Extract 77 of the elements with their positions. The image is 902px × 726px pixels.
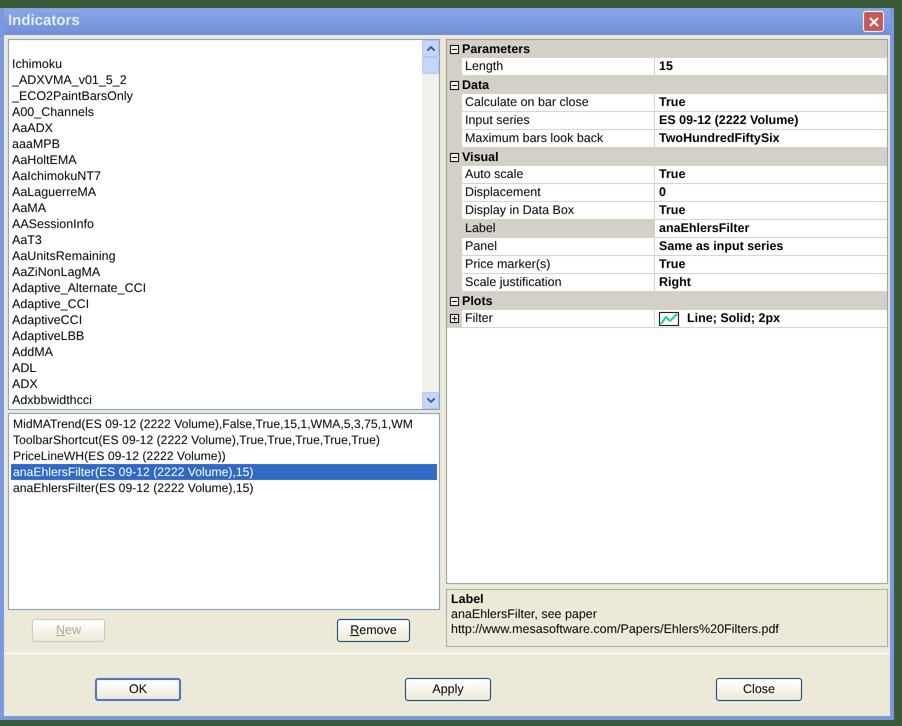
list-item[interactable]: ADL: [12, 360, 422, 376]
property-value[interactable]: TwoHundredFiftySix: [659, 130, 780, 147]
property-label[interactable]: Price marker(s): [462, 256, 655, 273]
window-title: Indicators: [8, 11, 80, 32]
property-value[interactable]: True: [659, 256, 686, 273]
scroll-down-button[interactable]: [422, 392, 439, 409]
list-item[interactable]: AaADX: [12, 120, 422, 136]
list-item[interactable]: ToolbarShortcut(ES 09-12 (2222 Volume),True,True,True,True,True): [11, 432, 437, 448]
list-item[interactable]: AaIchimokuNT7: [12, 168, 422, 184]
expand-icon[interactable]: [450, 314, 459, 323]
property-label[interactable]: Label: [462, 220, 655, 237]
close-button[interactable]: [863, 11, 884, 32]
property-value[interactable]: True: [659, 94, 686, 111]
list-item[interactable]: AaLaguerreMA: [12, 184, 422, 200]
list-item[interactable]: anaEhlersFilter(ES 09-12 (2222 Volume),15): [11, 480, 437, 496]
category-name: Visual: [462, 148, 499, 166]
list-item[interactable]: AASessionInfo: [12, 216, 422, 232]
scroll-up-button[interactable]: [422, 40, 439, 57]
property-value[interactable]: Line; Solid; 2px: [687, 310, 780, 327]
caret-down-icon: [426, 398, 434, 403]
property-value[interactable]: Same as input series: [659, 238, 784, 255]
property-label[interactable]: Length: [462, 58, 655, 75]
ok-button[interactable]: OK: [95, 678, 181, 701]
list-item[interactable]: anaEhlersFilter(ES 09-12 (2222 Volume),15): [11, 464, 437, 480]
scrollbar[interactable]: [422, 40, 439, 409]
collapse-icon[interactable]: [450, 80, 459, 90]
list-item[interactable]: AdaptiveLBB: [12, 328, 422, 344]
property-value[interactable]: ES 09-12 (2222 Volume): [659, 112, 798, 129]
property-value[interactable]: True: [659, 202, 686, 219]
list-item[interactable]: AaZiNonLagMA: [12, 264, 422, 280]
caret-up-icon: [426, 46, 434, 51]
property-label[interactable]: Display in Data Box: [462, 202, 655, 219]
property-label[interactable]: Calculate on bar close: [462, 94, 655, 111]
list-item[interactable]: _ADXVMA_v01_5_2: [12, 72, 422, 88]
list-item[interactable]: A00_Channels: [12, 104, 422, 120]
list-item[interactable]: Ichimoku: [12, 56, 422, 72]
list-item[interactable]: AaMA: [12, 200, 422, 216]
list-item[interactable]: AaHoltEMA: [12, 152, 422, 168]
property-label[interactable]: Auto scale: [462, 166, 655, 183]
property-label[interactable]: Scale justification: [462, 274, 655, 291]
scroll-thumb[interactable]: [422, 57, 439, 74]
property-value[interactable]: Right: [659, 274, 691, 291]
property-label[interactable]: Panel: [462, 238, 655, 255]
remove-button[interactable]: Remove: [337, 619, 410, 642]
category-name: Plots: [462, 292, 493, 310]
list-item[interactable]: AdaptiveCCI: [12, 312, 422, 328]
property-value[interactable]: anaEhlersFilter: [659, 220, 750, 237]
description-text: http://www.mesasoftware.com/Papers/Ehlers%20Filters.pdf: [451, 622, 780, 638]
property-value[interactable]: True: [659, 166, 686, 183]
category-name: Parameters: [462, 40, 530, 58]
list-item[interactable]: AddMA: [12, 344, 422, 360]
list-item[interactable]: MidMATrend(ES 09-12 (2222 Volume),False,True,15,1,WMA,5,3,75,1,WM: [11, 416, 437, 432]
property-label[interactable]: Displacement: [462, 184, 655, 201]
property-label[interactable]: Input series: [462, 112, 655, 129]
collapse-icon[interactable]: [450, 296, 459, 306]
property-label[interactable]: Filter: [462, 310, 655, 327]
list-item[interactable]: AaUnitsRemaining: [12, 248, 422, 264]
property-value[interactable]: 0: [659, 184, 666, 201]
property-label[interactable]: Maximum bars look back: [462, 130, 655, 147]
list-item[interactable]: _ECO2PaintBarsOnly: [12, 88, 422, 104]
list-item[interactable]: aaaMPB: [12, 136, 422, 152]
collapse-icon[interactable]: [450, 152, 459, 162]
category-name: Data: [462, 76, 490, 94]
collapse-icon[interactable]: [450, 44, 459, 54]
property-value[interactable]: 15: [659, 58, 673, 75]
list-item[interactable]: AaT3: [12, 232, 422, 248]
close-button[interactable]: Close: [716, 678, 802, 701]
list-item[interactable]: Adaptive_CCI: [12, 296, 422, 312]
description-text: anaEhlersFilter, see paper: [451, 607, 598, 622]
list-item[interactable]: Adxbbwidthcci: [12, 392, 422, 408]
close-icon: [868, 16, 878, 26]
list-item[interactable]: Adaptive_Alternate_CCI: [12, 280, 422, 296]
line-chart-icon: [659, 312, 679, 326]
list-item[interactable]: ADX: [12, 376, 422, 392]
apply-button[interactable]: Apply: [405, 678, 491, 701]
description-title: Label: [451, 592, 485, 608]
list-item[interactable]: PriceLineWH(ES 09-12 (2222 Volume)): [11, 448, 437, 464]
